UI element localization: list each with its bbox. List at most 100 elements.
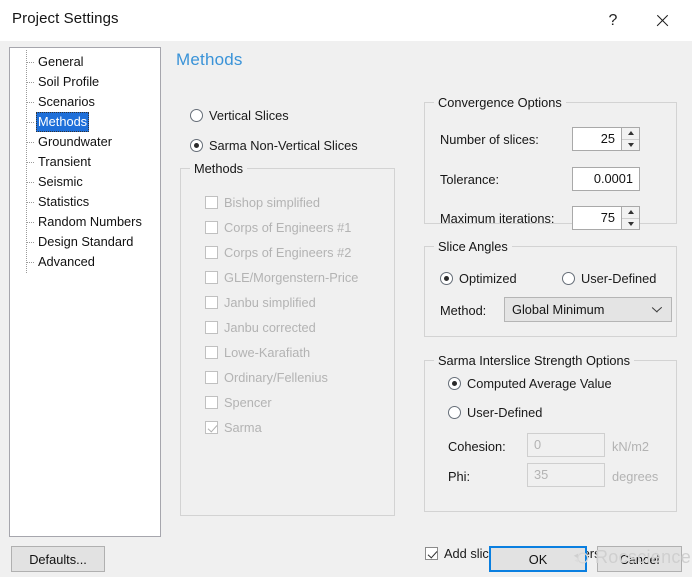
maximum-iterations-stepper[interactable] xyxy=(622,206,640,230)
tree-branch-icon xyxy=(27,182,35,183)
checkbox-bishop-simplified[interactable]: Bishop simplified xyxy=(205,195,320,210)
radio-icon xyxy=(190,139,203,152)
slice-angles-method-value: Global Minimum xyxy=(512,302,604,317)
radio-user-defined-interslice[interactable]: User-Defined xyxy=(448,405,542,420)
sidebar-item-statistics[interactable]: Statistics xyxy=(10,192,160,212)
checkbox-janbu-simplified[interactable]: Janbu simplified xyxy=(205,295,316,310)
checkbox-gle-morgenstern-price[interactable]: GLE/Morgenstern-Price xyxy=(205,270,358,285)
sidebar-item-label: Design Standard xyxy=(36,232,135,252)
checkbox-sarma[interactable]: Sarma xyxy=(205,420,262,435)
cohesion-unit: kN/m2 xyxy=(612,439,649,454)
checkbox-icon xyxy=(205,371,218,384)
checkbox-icon xyxy=(205,421,218,434)
tree-branch-icon xyxy=(27,142,35,143)
sidebar-item-random-numbers[interactable]: Random Numbers xyxy=(10,212,160,232)
sidebar-item-label: Transient xyxy=(36,152,93,172)
checkbox-label: Spencer xyxy=(224,395,272,410)
checkbox-icon xyxy=(205,246,218,259)
stepper-up-icon[interactable] xyxy=(622,207,639,218)
phi-label: Phi: xyxy=(448,469,470,484)
checkbox-label: Corps of Engineers #2 xyxy=(224,245,351,260)
radio-vertical-slices[interactable]: Vertical Slices xyxy=(190,108,289,123)
maximum-iterations-input[interactable]: 75 xyxy=(572,206,622,230)
sidebar-item-label: Advanced xyxy=(36,252,97,272)
radio-icon xyxy=(562,272,575,285)
phi-unit: degrees xyxy=(612,469,658,484)
convergence-options-label: Convergence Options xyxy=(434,95,566,110)
tree-branch-icon xyxy=(27,122,35,123)
stepper-up-icon[interactable] xyxy=(622,128,639,139)
number-of-slices-label: Number of slices: xyxy=(440,132,539,147)
ok-button[interactable]: OK xyxy=(489,546,587,572)
cohesion-input[interactable]: 0 xyxy=(527,433,605,457)
checkbox-label: Sarma xyxy=(224,420,262,435)
slice-angles-label: Slice Angles xyxy=(434,239,512,254)
page-title: Methods xyxy=(176,50,243,70)
checkbox-icon xyxy=(205,396,218,409)
stepper-down-icon[interactable] xyxy=(622,218,639,230)
checkbox-icon xyxy=(205,321,218,334)
checkbox-ordinary-fellenius[interactable]: Ordinary/Fellenius xyxy=(205,370,328,385)
sidebar-item-advanced[interactable]: Advanced xyxy=(10,252,160,272)
radio-icon xyxy=(440,272,453,285)
stepper-down-icon[interactable] xyxy=(622,139,639,151)
checkbox-corps-of-engineers-2[interactable]: Corps of Engineers #2 xyxy=(205,245,351,260)
number-of-slices-input[interactable]: 25 xyxy=(572,127,622,151)
radio-icon xyxy=(190,109,203,122)
sidebar-item-label: Random Numbers xyxy=(36,212,144,232)
checkbox-spencer[interactable]: Spencer xyxy=(205,395,272,410)
tree-branch-icon xyxy=(27,242,35,243)
checkbox-label: Janbu simplified xyxy=(224,295,316,310)
radio-label: Computed Average Value xyxy=(467,376,612,391)
sidebar-item-label: Seismic xyxy=(36,172,85,192)
checkbox-icon xyxy=(205,196,218,209)
tree-branch-icon xyxy=(27,222,35,223)
sidebar-item-label: Scenarios xyxy=(36,92,97,112)
tolerance-input[interactable]: 0.0001 xyxy=(572,167,640,191)
sidebar-item-design-standard[interactable]: Design Standard xyxy=(10,232,160,252)
radio-label: Sarma Non-Vertical Slices xyxy=(209,138,358,153)
radio-label: User-Defined xyxy=(581,271,656,286)
sidebar-item-label: General xyxy=(36,52,86,72)
sidebar-item-general[interactable]: General xyxy=(10,52,160,72)
radio-label: Optimized xyxy=(459,271,517,286)
sidebar-item-label: Statistics xyxy=(36,192,91,212)
sidebar-item-seismic[interactable]: Seismic xyxy=(10,172,160,192)
sarma-interslice-label: Sarma Interslice Strength Options xyxy=(434,353,634,368)
radio-optimized[interactable]: Optimized xyxy=(440,271,517,286)
radio-sarma-non-vertical-slices[interactable]: Sarma Non-Vertical Slices xyxy=(190,138,358,153)
sidebar-item-groundwater[interactable]: Groundwater xyxy=(10,132,160,152)
checkbox-label: Bishop simplified xyxy=(224,195,320,210)
tree-branch-icon xyxy=(27,162,35,163)
checkbox-lowe-karafiath[interactable]: Lowe-Karafiath xyxy=(205,345,310,360)
checkbox-label: Lowe-Karafiath xyxy=(224,345,310,360)
sidebar-item-soil-profile[interactable]: Soil Profile xyxy=(10,72,160,92)
radio-computed-average-value[interactable]: Computed Average Value xyxy=(448,376,612,391)
sidebar-item-label: Soil Profile xyxy=(36,72,101,92)
cancel-button[interactable]: Cancel xyxy=(597,546,682,572)
slice-angles-method-select[interactable]: Global Minimum xyxy=(504,297,672,322)
checkbox-label: Corps of Engineers #1 xyxy=(224,220,351,235)
checkbox-label: Janbu corrected xyxy=(224,320,316,335)
sidebar-item-methods[interactable]: Methods xyxy=(10,112,160,132)
phi-input[interactable]: 35 xyxy=(527,463,605,487)
checkbox-icon xyxy=(205,271,218,284)
slice-angles-group: Slice Angles xyxy=(424,246,677,337)
tree-branch-icon xyxy=(27,202,35,203)
number-of-slices-stepper[interactable] xyxy=(622,127,640,151)
help-icon[interactable]: ? xyxy=(591,0,635,41)
close-icon[interactable] xyxy=(640,0,684,41)
sidebar-item-label: Groundwater xyxy=(36,132,114,152)
checkbox-janbu-corrected[interactable]: Janbu corrected xyxy=(205,320,316,335)
radio-user-defined-slice-angles[interactable]: User-Defined xyxy=(562,271,656,286)
sidebar-item-label: Methods xyxy=(36,112,89,132)
project-settings-dialog: General Soil Profile Scenarios Methods G… xyxy=(0,41,692,577)
title-bar: Project Settings ? xyxy=(0,0,692,41)
defaults-button[interactable]: Defaults... xyxy=(11,546,105,572)
checkbox-icon xyxy=(205,346,218,359)
maximum-iterations-label: Maximum iterations: xyxy=(440,211,555,226)
settings-category-tree[interactable]: General Soil Profile Scenarios Methods G… xyxy=(9,47,161,537)
checkbox-corps-of-engineers-1[interactable]: Corps of Engineers #1 xyxy=(205,220,351,235)
sidebar-item-transient[interactable]: Transient xyxy=(10,152,160,172)
sidebar-item-scenarios[interactable]: Scenarios xyxy=(10,92,160,112)
